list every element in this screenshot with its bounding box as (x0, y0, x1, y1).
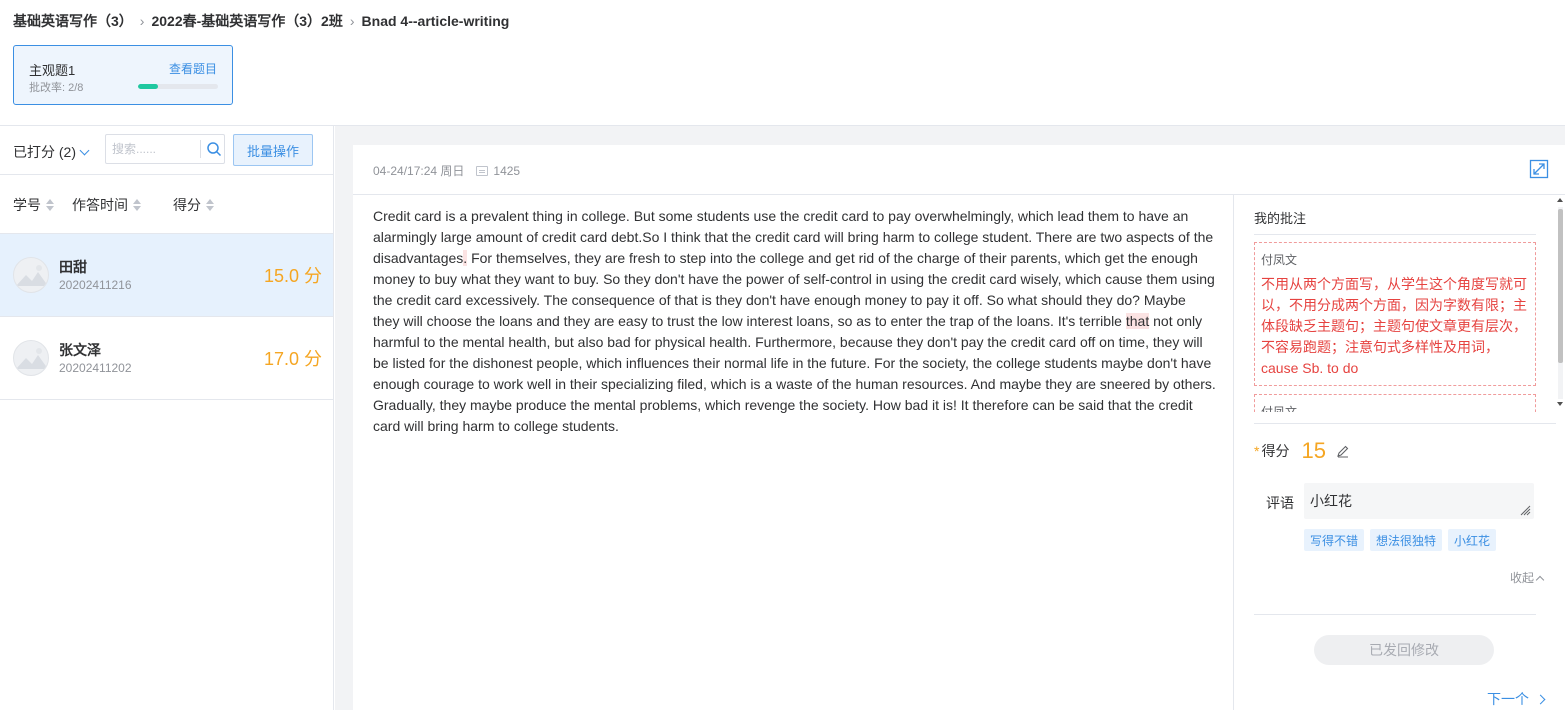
divider (1254, 234, 1536, 235)
annotation-author: 付凤文 (1261, 253, 1298, 267)
breadcrumb-assignment: Bnad 4--article-writing (361, 13, 510, 29)
grading-progress-bar (138, 84, 218, 89)
search-input[interactable] (106, 135, 198, 163)
sort-student-id[interactable]: 学号 (13, 195, 54, 215)
quick-comment-tag[interactable]: 小红花 (1448, 529, 1497, 551)
filter-label: 已打分 (2) (13, 144, 76, 160)
essay-text: Credit card is a prevalent thing in coll… (373, 206, 1216, 437)
avatar (13, 340, 49, 376)
submission-timestamp: 04-24/17:24 周日 (373, 164, 465, 178)
sort-icon (206, 199, 214, 211)
student-id: 20202411202 (59, 361, 132, 375)
batch-operation-button[interactable]: 批量操作 (233, 134, 313, 166)
sort-score[interactable]: 得分 (173, 195, 214, 215)
question-card[interactable]: 主观题1 批改率: 2/8 查看题目 (13, 45, 233, 105)
search-divider (200, 140, 201, 158)
score-row: * 得分 15 (1254, 438, 1350, 464)
column-student-id-label: 学号 (13, 197, 41, 213)
student-name: 张文泽 (59, 342, 101, 358)
comment-text: 小红花 (1310, 493, 1352, 509)
required-star: * (1254, 443, 1260, 459)
search-box (105, 134, 225, 164)
chevron-up-icon (1535, 575, 1545, 584)
divider (1254, 614, 1536, 615)
annotations-scrollbar[interactable] (1555, 195, 1565, 412)
student-row[interactable]: 张文泽 20202411202 17.0 分 (0, 317, 333, 400)
resize-handle-icon[interactable] (1519, 504, 1531, 516)
collapse-toggle[interactable]: 收起 (1510, 569, 1545, 586)
submission-meta: 04-24/17:24 周日 1425 (373, 162, 520, 179)
annotation-author: 付凤文 (1261, 405, 1298, 412)
essay-segment: For themselves, they are fresh to step i… (373, 250, 1215, 329)
breadcrumb-course[interactable]: 基础英语写作（3） (13, 11, 133, 31)
grading-progress-fill (138, 84, 158, 89)
score-label: 得分 (1261, 443, 1290, 459)
score-value: 15 (1301, 438, 1326, 463)
edit-icon[interactable] (1336, 444, 1350, 458)
annotation-item[interactable]: 付凤文 不用从两个方面写，从学生这个角度写就可以，不用分成两个方面，因为字数有限… (1254, 242, 1536, 386)
word-count: 1425 (493, 163, 521, 178)
chevron-right-icon: › (349, 13, 355, 29)
scroll-thumb[interactable] (1558, 209, 1563, 363)
submission-card: 04-24/17:24 周日 1425 Credit card is a pre… (353, 145, 1565, 710)
annotated-highlight[interactable]: that (1125, 313, 1150, 329)
fullscreen-icon[interactable] (1529, 159, 1549, 179)
student-list-panel: 已打分 (2) 批量操作 学号 作答时间 得分 田甜 20202411216 1… (0, 126, 334, 710)
sort-icon (133, 199, 141, 211)
divider (1254, 423, 1556, 424)
annotation-item[interactable]: 付凤文 (1254, 394, 1536, 412)
search-icon[interactable] (206, 141, 222, 157)
scroll-down-icon[interactable] (1557, 402, 1563, 406)
annotation-text: 不用从两个方面写，从学生这个角度写就可以，不用分成两个方面，因为字数有限；主体段… (1261, 276, 1527, 376)
next-student-button[interactable]: 下一个 (1487, 689, 1546, 709)
returned-for-revision-button: 已发回修改 (1314, 635, 1494, 665)
collapse-label: 收起 (1510, 571, 1535, 585)
sort-answer-time[interactable]: 作答时间 (72, 195, 141, 215)
grading-rate: 批改率: 2/8 (29, 82, 84, 94)
list-header: 学号 作答时间 得分 (0, 174, 333, 234)
chevron-right-icon: › (139, 13, 145, 29)
comment-textarea[interactable]: 小红花 (1304, 483, 1534, 519)
sort-icon (46, 199, 54, 211)
student-name: 田甜 (59, 259, 87, 275)
breadcrumb-class[interactable]: 2022春-基础英语写作（3）2班 (151, 11, 342, 31)
annotations-title: 我的批注 (1254, 211, 1307, 226)
top-header: 基础英语写作（3） › 2022春-基础英语写作（3）2班 › Bnad 4--… (0, 0, 1565, 126)
student-row[interactable]: 田甜 20202411216 15.0 分 (0, 234, 333, 317)
student-score: 17.0 分 (263, 349, 322, 369)
chevron-right-icon (1535, 694, 1546, 704)
chevron-down-icon (79, 145, 90, 155)
comment-label: 评语 (1266, 495, 1294, 511)
question-title: 主观题1 (29, 63, 76, 78)
column-answer-time-label: 作答时间 (72, 197, 128, 213)
essay-segment: not only harmful to the mental health, b… (373, 313, 1216, 434)
avatar (13, 257, 49, 293)
scroll-up-icon[interactable] (1557, 198, 1563, 202)
next-label: 下一个 (1487, 691, 1529, 707)
annotations-list[interactable]: 付凤文 不用从两个方面写，从学生这个角度写就可以，不用分成两个方面，因为字数有限… (1254, 242, 1536, 412)
breadcrumb: 基础英语写作（3） › 2022春-基础英语写作（3）2班 › Bnad 4--… (13, 11, 509, 31)
view-question-link[interactable]: 查看题目 (169, 60, 217, 77)
quick-comment-tag[interactable]: 写得不错 (1304, 529, 1365, 551)
student-score: 15.0 分 (263, 266, 322, 286)
word-count-icon (476, 165, 489, 176)
quick-comment-tag[interactable]: 想法很独特 (1370, 529, 1443, 551)
student-id: 20202411216 (59, 278, 132, 292)
column-score-label: 得分 (173, 197, 201, 213)
quick-comment-tags: 写得不错 想法很独特 小红花 (1304, 529, 1497, 551)
submission-header: 04-24/17:24 周日 1425 (353, 145, 1565, 195)
graded-filter-dropdown[interactable]: 已打分 (2) (13, 142, 90, 162)
grading-panel: 我的批注 付凤文 不用从两个方面写，从学生这个角度写就可以，不用分成两个方面，因… (1234, 195, 1565, 710)
